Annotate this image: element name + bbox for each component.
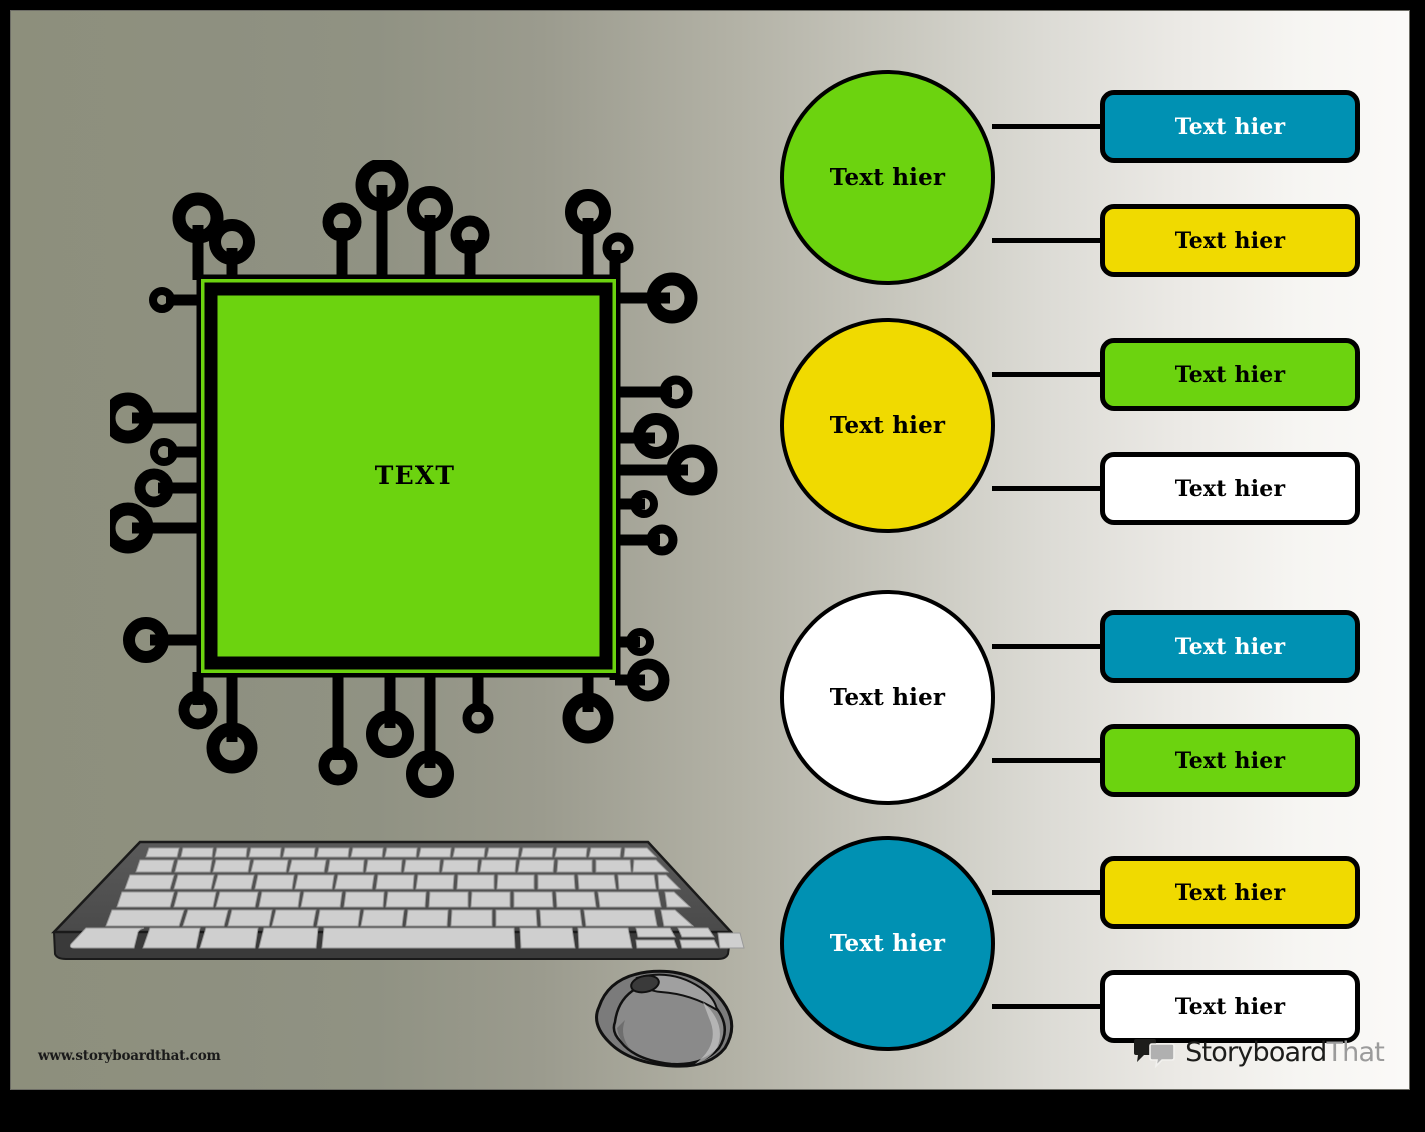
keyboard-svg bbox=[51, 840, 745, 960]
cpu-chip-illustration[interactable]: TEXT bbox=[110, 160, 730, 800]
leaf-box-3b-label: Text hier bbox=[1174, 747, 1286, 774]
leaf-box-1b[interactable]: Text hier bbox=[1100, 204, 1360, 277]
leaf-box-4b[interactable]: Text hier bbox=[1100, 970, 1360, 1043]
leaf-box-2b-label: Text hier bbox=[1174, 475, 1286, 502]
circle-node-3[interactable]: Text hier bbox=[780, 590, 995, 805]
mouse-svg bbox=[595, 969, 734, 1068]
leaf-box-2b[interactable]: Text hier bbox=[1100, 452, 1360, 525]
connector-2a bbox=[992, 372, 1102, 377]
group-2: Text hier Text hier Text hier bbox=[770, 318, 1370, 538]
group-4: Text hier Text hier Text hier bbox=[770, 836, 1370, 1056]
cpu-chip-svg bbox=[110, 160, 718, 798]
leaf-box-1b-label: Text hier bbox=[1174, 227, 1286, 254]
leaf-box-3a[interactable]: Text hier bbox=[1100, 610, 1360, 683]
leaf-box-4b-label: Text hier bbox=[1174, 993, 1286, 1020]
brand-wordmark: StoryboardThat bbox=[1185, 1037, 1385, 1068]
leaf-box-3a-label: Text hier bbox=[1174, 633, 1286, 660]
screenshot-root: TEXT Text hier Text hier Text hier Text … bbox=[0, 0, 1425, 1132]
storyboard-canvas: TEXT Text hier Text hier Text hier Text … bbox=[10, 10, 1410, 1090]
storyboardthat-logo: StoryboardThat bbox=[1132, 1037, 1385, 1068]
mouse-illustration[interactable] bbox=[585, 962, 750, 1072]
connector-4a bbox=[992, 890, 1102, 895]
leaf-box-1a-label: Text hier bbox=[1174, 113, 1286, 140]
keyboard-illustration[interactable] bbox=[40, 828, 745, 968]
leaf-box-4a-label: Text hier bbox=[1174, 879, 1286, 906]
leaf-box-4a[interactable]: Text hier bbox=[1100, 856, 1360, 929]
brand-primary: Storyboard bbox=[1185, 1037, 1327, 1068]
speech-bubbles-icon bbox=[1134, 1038, 1175, 1068]
circle-node-2-label: Text hier bbox=[829, 412, 946, 439]
leaf-box-2a-label: Text hier bbox=[1174, 361, 1286, 388]
group-3: Text hier Text hier Text hier bbox=[770, 590, 1370, 810]
watermark-url: www.storyboardthat.com bbox=[38, 1048, 221, 1064]
brand-secondary: That bbox=[1326, 1037, 1384, 1068]
connector-3b bbox=[992, 758, 1102, 763]
circle-node-4-label: Text hier bbox=[829, 930, 946, 957]
circle-node-2[interactable]: Text hier bbox=[780, 318, 995, 533]
leaf-box-2a[interactable]: Text hier bbox=[1100, 338, 1360, 411]
circle-node-4[interactable]: Text hier bbox=[780, 836, 995, 1051]
leaf-box-3b[interactable]: Text hier bbox=[1100, 724, 1360, 797]
leaf-box-1a[interactable]: Text hier bbox=[1100, 90, 1360, 163]
circle-node-1-label: Text hier bbox=[829, 164, 946, 191]
connector-3a bbox=[992, 644, 1102, 649]
group-1: Text hier Text hier Text hier bbox=[770, 70, 1370, 290]
connector-4b bbox=[992, 1004, 1102, 1009]
circle-node-1[interactable]: Text hier bbox=[780, 70, 995, 285]
connector-1a bbox=[992, 124, 1102, 129]
circle-node-3-label: Text hier bbox=[829, 684, 946, 711]
connector-2b bbox=[992, 486, 1102, 491]
connector-1b bbox=[992, 238, 1102, 243]
